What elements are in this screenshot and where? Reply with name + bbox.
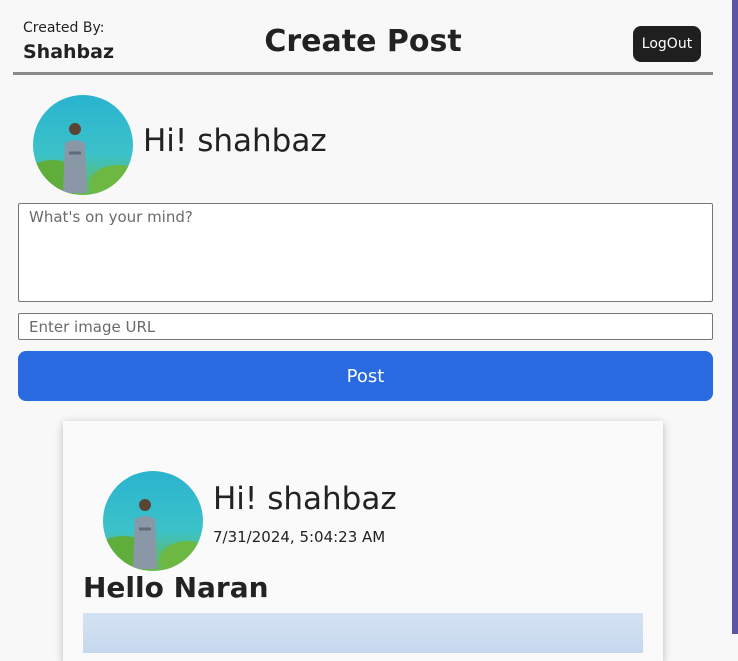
page-header: Created By: Shahbaz Create Post LogOut — [13, 0, 713, 75]
post-button[interactable]: Post — [18, 351, 713, 401]
post-author-avatar — [103, 471, 203, 571]
user-avatar — [33, 95, 133, 195]
post-text-input[interactable] — [18, 203, 713, 302]
avatar-photo-icon — [103, 471, 203, 571]
post-timestamp: 7/31/2024, 5:04:23 AM — [213, 528, 386, 546]
post-image — [83, 613, 643, 653]
post-card: Hi! shahbaz 7/31/2024, 5:04:23 AM Hello … — [63, 421, 663, 661]
composer-greeting: Hi! shahbaz — [143, 123, 327, 159]
post-body-text: Hello Naran — [83, 571, 269, 604]
logout-button[interactable]: LogOut — [633, 26, 701, 62]
image-url-input[interactable] — [18, 313, 713, 340]
avatar-photo-icon — [33, 95, 133, 195]
window-edge-bar — [732, 0, 738, 634]
post-author-greeting: Hi! shahbaz — [213, 481, 397, 517]
page-title: Create Post — [264, 24, 462, 59]
